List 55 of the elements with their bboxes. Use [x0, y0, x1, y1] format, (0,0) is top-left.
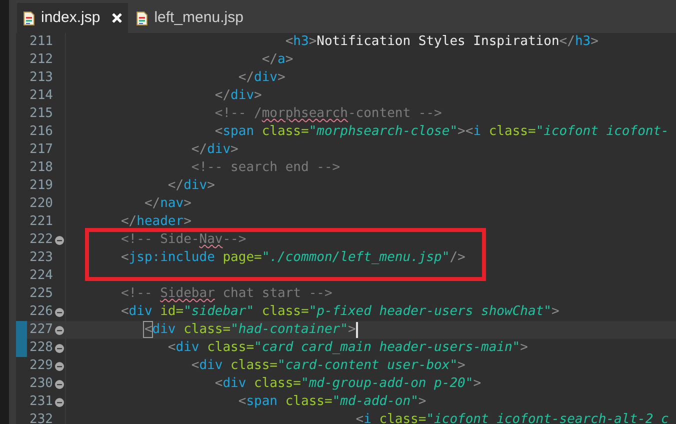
line-number: 216 [28, 123, 53, 141]
line-number: 225 [28, 285, 53, 303]
code-line: <!-- search end --> [190, 159, 340, 177]
file-icon [136, 10, 148, 26]
line-number: 226 [28, 303, 53, 321]
code-line: <div class="had-container"> [143, 321, 356, 339]
code-line: <div id="sidebar" class="p-fixed header-users showChat"> [120, 303, 560, 321]
code-line: </a> [260, 51, 294, 69]
code-line: </nav> [143, 195, 192, 213]
line-number: 215 [28, 105, 53, 123]
line-number: 211 [28, 33, 53, 51]
collapse-icon[interactable] [54, 344, 64, 352]
file-icon [23, 10, 35, 26]
code-line: <span class="morphsearch-close"><i class="icofont icofont- [214, 123, 669, 141]
line-number: 213 [28, 69, 53, 87]
line-number: 218 [28, 159, 53, 177]
collapse-icon[interactable] [54, 326, 64, 334]
code-line: <!-- Side-Nav--> [120, 231, 246, 249]
editor-tab[interactable]: index.jsp [17, 3, 128, 33]
code-line: <jsp:include page="./common/left_menu.jsp"/> [120, 249, 466, 267]
collapse-icon[interactable] [54, 236, 64, 244]
code-line: <h3>Notification Styles Inspiration</h3> [284, 33, 598, 51]
code-line: <div class="card card_main header-users-main"> [166, 339, 528, 357]
code-line: <!-- Sidebar chat start --> [120, 285, 332, 303]
line-number: 229 [28, 357, 53, 375]
collapse-icon[interactable] [54, 362, 64, 370]
code-line: <span class="md-add-on"> [237, 393, 426, 411]
collapse-icon[interactable] [54, 398, 64, 406]
code-line: <!-- /morphsearch-content --> [214, 105, 442, 123]
code-line: <div class="card-content user-box"> [190, 357, 466, 375]
line-number: 220 [28, 195, 53, 213]
line-number: 212 [28, 51, 53, 69]
code-line: </div> [166, 177, 215, 195]
collapse-icon[interactable] [54, 308, 64, 316]
line-number: 230 [28, 375, 53, 393]
line-number: 217 [28, 141, 53, 159]
code-line: <div class="md-group-add-on p-20"> [214, 375, 482, 393]
line-number: 228 [28, 339, 53, 357]
code-line: </div> [237, 69, 286, 87]
close-icon[interactable] [112, 13, 122, 23]
code-line: </div> [214, 87, 262, 105]
code-line: </div> [190, 141, 238, 159]
code-line: <i class="icofont icofont-search-alt-2 c [354, 411, 669, 424]
line-number: 231 [28, 393, 53, 411]
line-number: 222 [28, 231, 53, 249]
text-cursor [356, 322, 358, 338]
line-number: 221 [28, 213, 53, 231]
collapse-icon[interactable] [54, 380, 64, 388]
line-number: 232 [28, 411, 53, 424]
code-line: </header> [120, 213, 192, 231]
line-number: 219 [28, 177, 53, 195]
line-number: 227 [28, 321, 53, 339]
line-number: 214 [28, 87, 53, 105]
line-number: 223 [28, 249, 53, 267]
line-number: 224 [28, 267, 53, 285]
